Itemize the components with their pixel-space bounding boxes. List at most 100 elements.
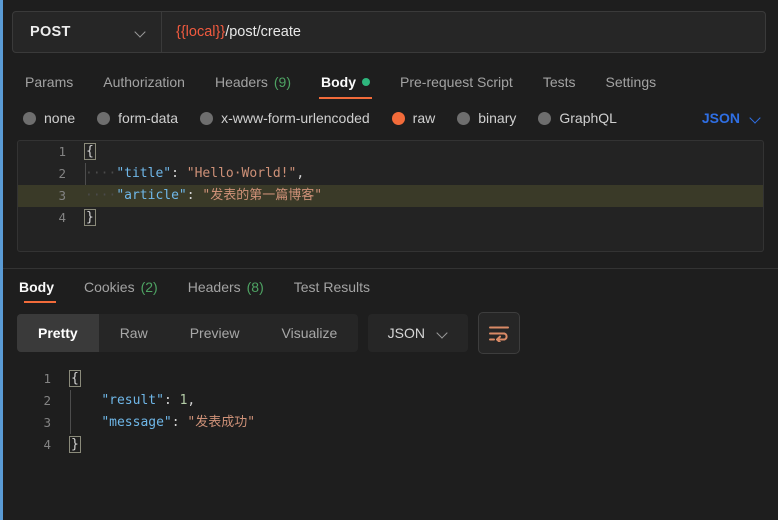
code-line: 4 } bbox=[18, 207, 763, 229]
code-line: 1 { bbox=[3, 368, 778, 390]
response-tab-headers[interactable]: Headers (8) bbox=[173, 280, 279, 303]
json-key: "message" bbox=[101, 415, 172, 430]
body-type-graphql[interactable]: GraphQL bbox=[538, 110, 617, 126]
tab-settings-label: Settings bbox=[605, 74, 657, 90]
body-type-form-data[interactable]: form-data bbox=[97, 110, 178, 126]
response-body-viewer[interactable]: 1 { 2 "result": 1, 3 "message": "发表成功" 4… bbox=[3, 368, 778, 456]
request-code-editor[interactable]: 1 { 2 ····"title": "Hello·World!", 3 ···… bbox=[18, 141, 763, 229]
json-value: "发表成功" bbox=[187, 415, 256, 430]
line-number: 4 bbox=[43, 437, 51, 452]
url-bar-row: POST {{local}}/post/create bbox=[3, 0, 778, 63]
response-format-dropdown[interactable]: JSON bbox=[368, 314, 469, 352]
view-mode-preview-label: Preview bbox=[189, 325, 240, 341]
json-key: "article" bbox=[116, 188, 187, 203]
word-wrap-toggle-button[interactable] bbox=[478, 312, 521, 354]
view-mode-visualize[interactable]: Visualize bbox=[261, 314, 359, 352]
brace-open: { bbox=[69, 370, 81, 387]
radio-icon bbox=[97, 111, 111, 125]
indent-whitespace: ···· bbox=[85, 166, 117, 181]
body-type-none-label: none bbox=[44, 110, 76, 126]
line-number: 2 bbox=[43, 393, 51, 408]
brace-open: { bbox=[84, 143, 96, 160]
response-tab-headers-label: Headers bbox=[187, 279, 241, 295]
brace-close: } bbox=[84, 209, 96, 226]
view-mode-preview[interactable]: Preview bbox=[169, 314, 261, 352]
code-content: "result": 1, bbox=[65, 390, 778, 412]
left-accent-rail bbox=[0, 0, 3, 520]
code-content: } bbox=[80, 207, 763, 229]
code-content: { bbox=[80, 141, 763, 163]
body-type-row: none form-data x-www-form-urlencoded raw… bbox=[3, 99, 778, 137]
response-tab-cookies[interactable]: Cookies (2) bbox=[69, 280, 173, 303]
tab-tests[interactable]: Tests bbox=[528, 75, 591, 99]
body-modified-dot-icon bbox=[362, 78, 370, 86]
body-type-binary[interactable]: binary bbox=[457, 110, 516, 126]
tab-params[interactable]: Params bbox=[17, 75, 88, 99]
json-separator: : bbox=[163, 393, 180, 408]
radio-icon bbox=[200, 111, 214, 125]
code-line-active: 3 ····"article": "发表的第一篇博客" bbox=[18, 185, 763, 207]
json-separator: : bbox=[171, 166, 187, 181]
body-type-none[interactable]: none bbox=[23, 110, 75, 126]
url-bar: POST {{local}}/post/create bbox=[12, 11, 766, 53]
http-method-dropdown[interactable]: POST bbox=[13, 12, 162, 52]
code-line: 4 } bbox=[3, 434, 778, 456]
line-number: 4 bbox=[58, 210, 66, 225]
response-tabs: Body Cookies (2) Headers (8) Test Result… bbox=[3, 269, 778, 303]
line-number: 1 bbox=[58, 144, 66, 159]
body-type-binary-label: binary bbox=[478, 110, 517, 126]
brace-close: } bbox=[69, 436, 81, 453]
tab-pre-request-script[interactable]: Pre-request Script bbox=[385, 75, 528, 99]
json-separator: : bbox=[186, 188, 203, 203]
response-toolbar: Pretty Raw Preview Visualize JSON bbox=[3, 303, 778, 354]
response-view-mode-group: Pretty Raw Preview Visualize bbox=[17, 314, 359, 352]
tab-params-label: Params bbox=[25, 74, 74, 90]
response-format-label: JSON bbox=[387, 325, 425, 341]
postman-request-response-pane: POST {{local}}/post/create Params Author… bbox=[3, 0, 778, 520]
body-type-raw[interactable]: raw bbox=[391, 110, 436, 126]
tab-authorization-label: Authorization bbox=[103, 74, 185, 90]
tab-headers[interactable]: Headers (9) bbox=[200, 75, 306, 99]
body-type-form-data-label: form-data bbox=[118, 110, 179, 126]
radio-selected-icon bbox=[391, 111, 405, 125]
code-line: 3 "message": "发表成功" bbox=[3, 412, 778, 434]
url-input[interactable]: {{local}}/post/create bbox=[162, 12, 765, 52]
radio-icon bbox=[23, 111, 36, 125]
json-key: "title" bbox=[116, 166, 172, 181]
view-mode-visualize-label: Visualize bbox=[281, 325, 338, 341]
tab-authorization[interactable]: Authorization bbox=[88, 75, 200, 99]
tab-body[interactable]: Body bbox=[306, 75, 385, 99]
json-trailing: , bbox=[296, 166, 305, 181]
request-body-editor[interactable]: 1 { 2 ····"title": "Hello·World!", 3 ···… bbox=[17, 140, 764, 252]
chevron-down-icon bbox=[437, 327, 449, 339]
chevron-down-icon bbox=[750, 112, 762, 124]
tab-settings[interactable]: Settings bbox=[591, 75, 672, 99]
body-type-graphql-label: GraphQL bbox=[559, 110, 617, 126]
body-type-x-www-form-urlencoded-label: x-www-form-urlencoded bbox=[221, 110, 370, 126]
code-line: 2 "result": 1, bbox=[3, 390, 778, 412]
response-tab-body[interactable]: Body bbox=[11, 280, 69, 303]
radio-icon bbox=[538, 111, 552, 125]
code-content: ····"title": "Hello·World!", bbox=[80, 163, 763, 185]
tab-tests-label: Tests bbox=[542, 74, 576, 90]
request-format-dropdown[interactable]: JSON bbox=[702, 110, 766, 126]
json-separator: : bbox=[171, 415, 188, 430]
view-mode-pretty[interactable]: Pretty bbox=[17, 314, 99, 352]
http-method-label: POST bbox=[30, 24, 71, 40]
view-mode-raw[interactable]: Raw bbox=[99, 314, 169, 352]
url-variable-token: {{local}} bbox=[176, 24, 226, 40]
radio-icon bbox=[457, 111, 471, 125]
json-value: "Hello·World!" bbox=[186, 166, 297, 181]
response-tab-test-results[interactable]: Test Results bbox=[279, 280, 385, 303]
line-number: 3 bbox=[43, 415, 51, 430]
tab-headers-label: Headers bbox=[214, 74, 268, 90]
json-value: "发表的第一篇博客" bbox=[202, 188, 323, 203]
body-type-x-www-form-urlencoded[interactable]: x-www-form-urlencoded bbox=[200, 110, 370, 126]
body-type-raw-label: raw bbox=[412, 110, 436, 126]
code-content: } bbox=[65, 434, 778, 456]
response-code-editor[interactable]: 1 { 2 "result": 1, 3 "message": "发表成功" 4… bbox=[3, 368, 778, 456]
request-format-label: JSON bbox=[701, 110, 740, 126]
response-tab-headers-count: (8) bbox=[246, 279, 264, 295]
code-content: "message": "发表成功" bbox=[65, 412, 778, 434]
